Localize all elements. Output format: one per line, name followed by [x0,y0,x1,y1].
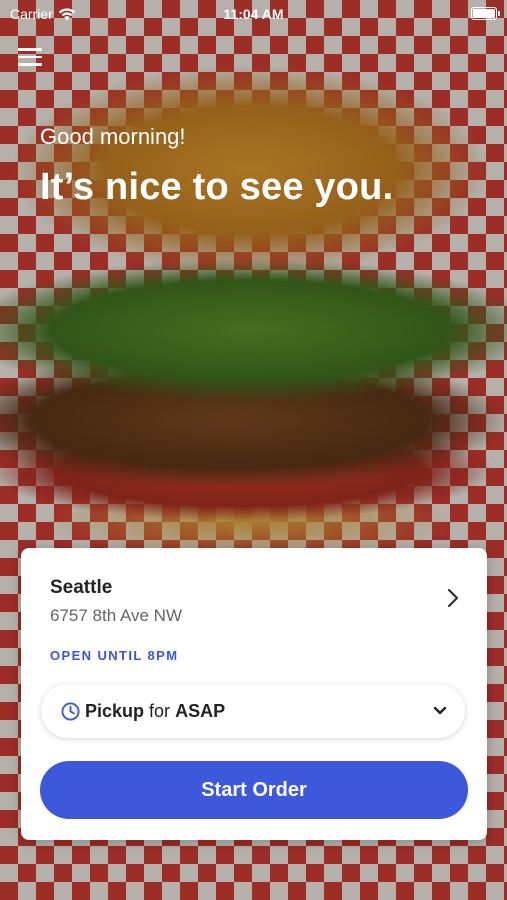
greeting-text: Good morning! [40,124,186,149]
status-time: 11:04 AM [223,6,284,22]
status-bar: Carrier 11:04 AM [0,0,507,28]
location-selector[interactable]: Seattle 6757 8th Ave NW [21,548,487,628]
chevron-down-icon [433,706,447,715]
chevron-right-icon [447,588,459,608]
pickup-summary: Pickup for ASAP [85,701,225,722]
pickup-connector: for [149,701,171,721]
battery-icon [471,7,500,20]
store-hours: OPEN UNTIL 8PM [50,648,179,663]
headline-text: It’s nice to see you. [40,166,394,208]
pickup-mode: Pickup [85,701,145,721]
hamburger-menu-icon[interactable] [18,48,42,68]
start-order-button[interactable]: Start Order [40,761,468,819]
order-card: Seattle 6757 8th Ave NW OPEN UNTIL 8PM P… [21,548,487,840]
location-address: 6757 8th Ave NW [50,606,182,625]
clock-icon [61,702,80,721]
pickup-time-selector[interactable]: Pickup for ASAP [41,684,465,738]
location-city: Seattle [50,577,113,598]
pickup-time: ASAP [175,701,226,721]
